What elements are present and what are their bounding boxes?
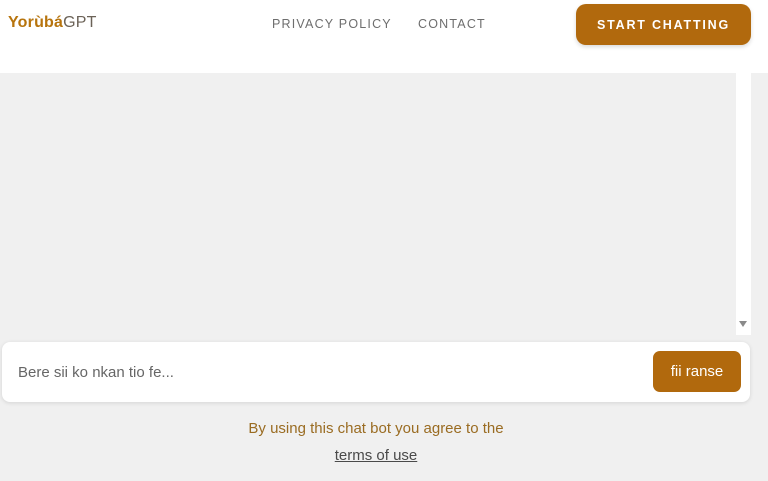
terms-of-use-link[interactable]: terms of use bbox=[335, 447, 418, 464]
nav-link-contact[interactable]: CONTACT bbox=[418, 17, 486, 31]
scroll-down-arrow-icon[interactable] bbox=[739, 321, 747, 327]
chat-messages-area bbox=[0, 73, 768, 335]
logo-brand: Yorùbá bbox=[8, 14, 64, 31]
terms-container: terms of use bbox=[0, 447, 752, 464]
message-input[interactable] bbox=[18, 360, 638, 384]
start-chatting-button[interactable]: START CHATTING bbox=[576, 4, 751, 45]
send-button[interactable]: fii ranse bbox=[653, 351, 741, 392]
logo-suffix: GPT bbox=[63, 14, 97, 31]
agreement-text: By using this chat bot you agree to the bbox=[248, 420, 504, 437]
nav-link-privacy-policy[interactable]: PRIVACY POLICY bbox=[272, 17, 392, 31]
chat-scrollbar[interactable] bbox=[736, 73, 751, 335]
logo[interactable]: YorùbáGPT bbox=[8, 14, 97, 32]
message-composer: fii ranse bbox=[2, 342, 750, 402]
site-header: YorùbáGPT PRIVACY POLICY CONTACT START C… bbox=[0, 0, 768, 73]
